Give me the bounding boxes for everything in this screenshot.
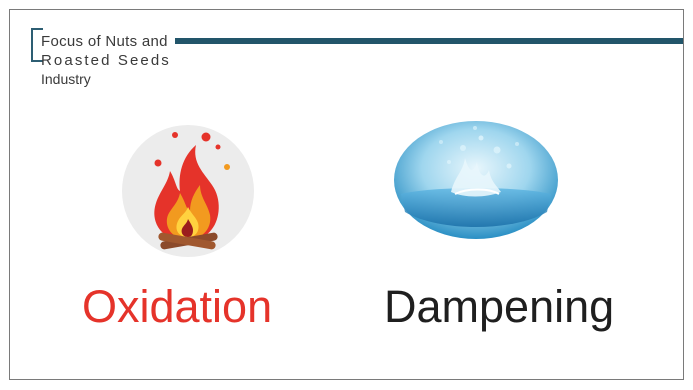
title-line-1: Focus of Nuts and (41, 33, 168, 50)
title-line-2: Roasted Seeds (41, 52, 171, 69)
dampening-label: Dampening (384, 281, 615, 332)
fire-icon (120, 123, 256, 259)
title-line-3: Industry (41, 71, 91, 87)
header-rule (175, 38, 683, 44)
slide: Focus of Nuts and Roasted Seeds Industry (9, 9, 684, 380)
slide-title: Focus of Nuts and Roasted Seeds Industry (41, 32, 171, 89)
oxidation-label: Oxidation (82, 281, 273, 332)
water-splash-icon (393, 120, 559, 240)
